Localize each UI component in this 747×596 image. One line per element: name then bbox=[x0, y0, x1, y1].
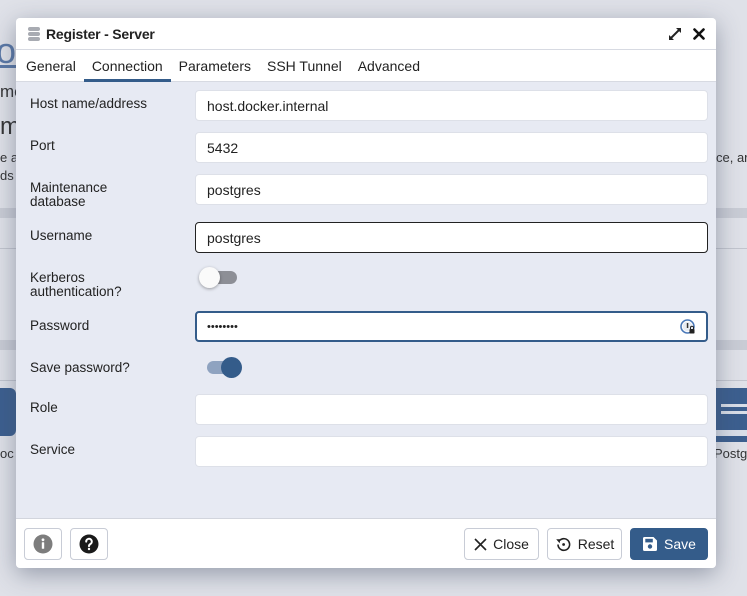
reset-button[interactable]: Reset bbox=[547, 528, 622, 560]
server-icon bbox=[27, 26, 41, 42]
save-button[interactable]: Save bbox=[630, 528, 708, 560]
save-button-label: Save bbox=[664, 536, 696, 552]
service-label: Service bbox=[30, 442, 76, 457]
kerberos-label-line1: Kerberos bbox=[30, 270, 85, 285]
username-value: postgres bbox=[207, 229, 261, 246]
host-input[interactable]: host.docker.internal bbox=[195, 90, 708, 121]
kerberos-toggle[interactable] bbox=[199, 265, 239, 289]
maintenance-db-value: postgres bbox=[207, 181, 261, 198]
password-manager-icon[interactable] bbox=[680, 319, 696, 335]
role-label: Role bbox=[30, 400, 58, 415]
dialog-title: Register - Server bbox=[46, 25, 155, 42]
dialog-tabs: General Connection Parameters SSH Tunnel… bbox=[16, 50, 716, 82]
save-password-label: Save password? bbox=[30, 360, 130, 375]
postgres-logo-tile bbox=[0, 388, 16, 436]
host-label: Host name/address bbox=[30, 96, 148, 111]
username-label: Username bbox=[30, 228, 93, 243]
kerberos-label: Kerberos authentication? bbox=[30, 271, 122, 299]
background-caption: Postg bbox=[714, 446, 747, 461]
app-tile-icon bbox=[716, 388, 747, 442]
background-text: ds bbox=[0, 168, 14, 183]
connection-form: Host name/address host.docker.internal P… bbox=[16, 82, 716, 517]
password-label: Password bbox=[30, 318, 90, 333]
close-button[interactable]: Close bbox=[464, 528, 539, 560]
port-label: Port bbox=[30, 138, 55, 153]
dialog-titlebar[interactable]: Register - Server bbox=[16, 18, 716, 50]
password-value: •••••••• bbox=[207, 320, 238, 333]
username-input[interactable]: postgres bbox=[195, 222, 708, 253]
tab-parameters[interactable]: Parameters bbox=[171, 50, 259, 81]
reset-icon bbox=[555, 536, 572, 553]
maintenance-db-label: Maintenance database bbox=[30, 181, 107, 209]
password-input[interactable]: •••••••• bbox=[195, 311, 708, 342]
dialog-footer: Close Reset Save bbox=[16, 518, 716, 568]
register-server-dialog: Register - Server General Connection Par… bbox=[16, 18, 716, 568]
info-button[interactable] bbox=[24, 528, 62, 560]
background-heading: o bbox=[0, 30, 17, 71]
help-button[interactable] bbox=[70, 528, 108, 560]
port-value: 5432 bbox=[207, 139, 239, 156]
save-icon bbox=[642, 536, 658, 552]
tab-general[interactable]: General bbox=[18, 50, 84, 81]
maintenance-db-label-line2: database bbox=[30, 194, 86, 209]
tab-ssh-tunnel[interactable]: SSH Tunnel bbox=[259, 50, 350, 81]
maintenance-db-input[interactable]: postgres bbox=[195, 174, 708, 205]
save-password-toggle[interactable] bbox=[199, 355, 242, 379]
service-input[interactable] bbox=[195, 436, 708, 467]
help-icon bbox=[79, 534, 99, 554]
host-value: host.docker.internal bbox=[207, 97, 329, 114]
reset-button-label: Reset bbox=[577, 536, 615, 552]
background-caption: oc bbox=[0, 446, 14, 461]
tab-advanced[interactable]: Advanced bbox=[350, 50, 428, 81]
close-icon[interactable] bbox=[692, 27, 706, 41]
x-icon bbox=[474, 537, 487, 551]
maintenance-db-label-line1: Maintenance bbox=[30, 180, 108, 195]
info-icon bbox=[33, 534, 53, 554]
background-text: ce, ar bbox=[716, 150, 747, 165]
kerberos-label-line2: authentication? bbox=[30, 284, 122, 299]
close-button-label: Close bbox=[493, 536, 529, 552]
expand-icon[interactable] bbox=[668, 27, 682, 41]
role-input[interactable] bbox=[195, 394, 708, 425]
port-input[interactable]: 5432 bbox=[195, 132, 708, 163]
tab-connection[interactable]: Connection bbox=[83, 50, 171, 82]
